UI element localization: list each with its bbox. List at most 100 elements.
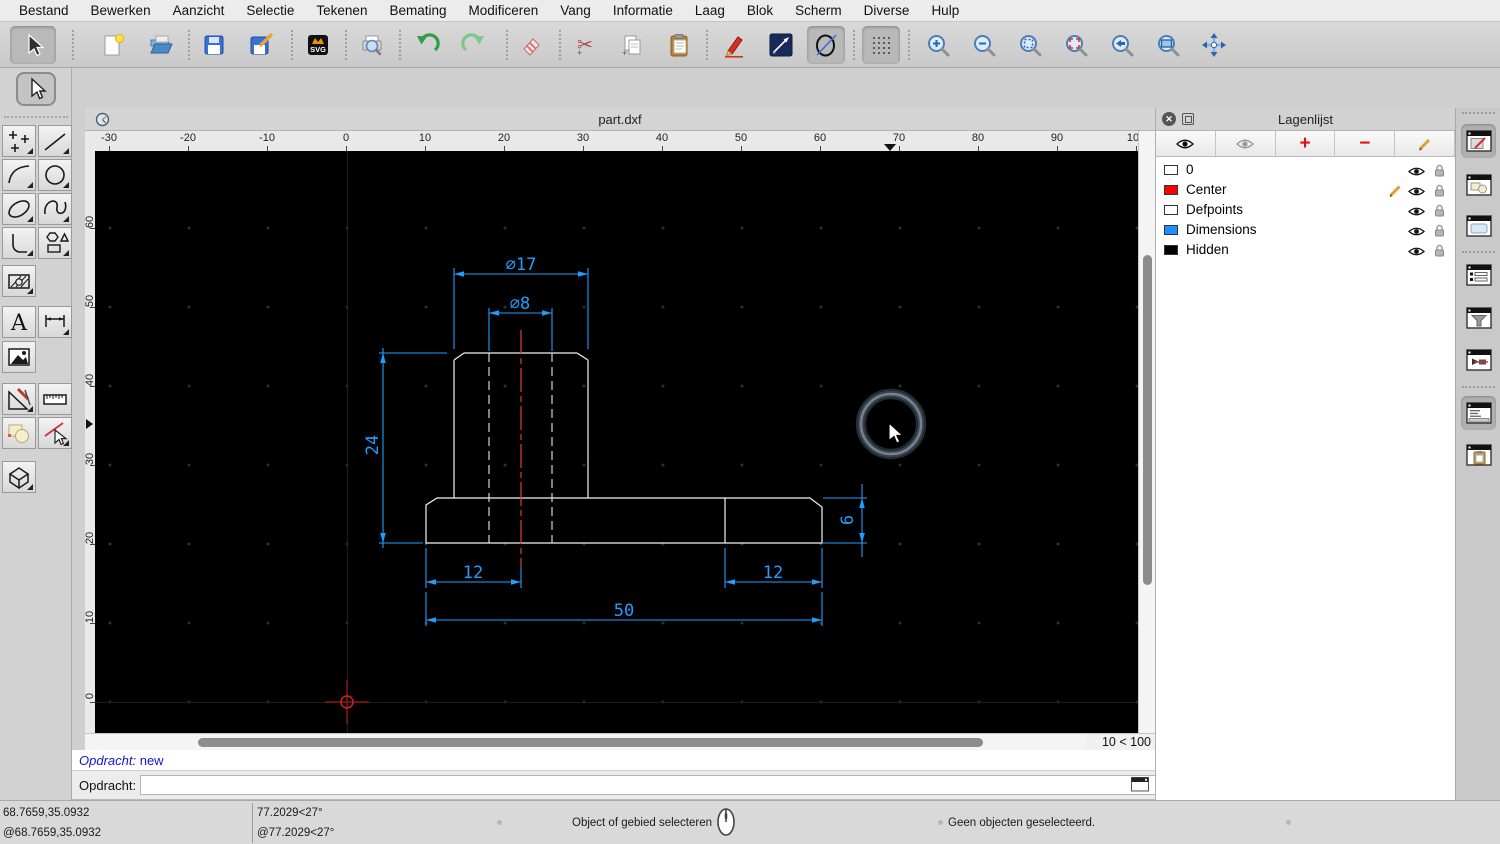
menu-bestand[interactable]: Bestand xyxy=(8,0,80,22)
menu-bewerken[interactable]: Bewerken xyxy=(80,0,162,22)
menu-blok[interactable]: Blok xyxy=(736,0,784,22)
vertical-scrollbar[interactable] xyxy=(1138,131,1155,733)
cut-button[interactable]: ✂+ xyxy=(566,26,604,64)
redo-icon xyxy=(461,32,487,58)
text-tool-button[interactable]: A xyxy=(2,306,36,338)
image-tool-button[interactable] xyxy=(2,341,36,373)
layer-row-defpoints[interactable]: Defpoints xyxy=(1156,200,1455,220)
vertical-scrollbar-thumb[interactable] xyxy=(1143,255,1152,585)
modify-tools-button[interactable] xyxy=(2,383,36,415)
undo-button[interactable] xyxy=(408,26,446,64)
submenu-corner xyxy=(63,440,69,446)
command-input[interactable] xyxy=(140,775,1195,795)
menu-tekenen[interactable]: Tekenen xyxy=(305,0,378,22)
palette-handle xyxy=(4,116,68,119)
delete-eraser-button[interactable] xyxy=(512,26,550,64)
print-preview-icon xyxy=(359,32,385,58)
library-browser-panel-button[interactable] xyxy=(1461,209,1496,243)
zoom-out-button[interactable] xyxy=(965,26,1003,64)
line-tool-button[interactable] xyxy=(38,125,72,157)
zoom-previous-button[interactable] xyxy=(1103,26,1141,64)
measure-tool-button[interactable] xyxy=(38,383,72,415)
layer-row-dimensions[interactable]: Dimensions xyxy=(1156,220,1455,240)
palette-selection-arrow-button[interactable] xyxy=(16,72,56,106)
add-layer-button[interactable]: + xyxy=(1276,131,1336,156)
save-button[interactable] xyxy=(195,26,233,64)
show-all-layers-button[interactable] xyxy=(1156,131,1216,156)
svg-export-button[interactable]: SVG xyxy=(299,26,337,64)
h-ruler-label: -10 xyxy=(259,132,275,144)
ellipse-tool-button[interactable] xyxy=(807,26,845,64)
layer-panel-titlebar[interactable]: ✕ Lagenlijst xyxy=(1156,108,1455,131)
paste-button[interactable] xyxy=(660,26,698,64)
horizontal-scrollbar[interactable] xyxy=(85,733,1085,750)
zoom-pan-button[interactable] xyxy=(1195,26,1233,64)
print-preview-button[interactable] xyxy=(353,26,391,64)
polyline-tool-button[interactable] xyxy=(2,227,36,259)
submenu-corner xyxy=(63,182,69,188)
layer-row-hidden[interactable]: Hidden xyxy=(1156,240,1455,260)
menu-modificeren[interactable]: Modificeren xyxy=(458,0,550,22)
menu-selectie[interactable]: Selectie xyxy=(235,0,305,22)
v-ruler-label: 10 xyxy=(85,605,95,629)
menu-laag[interactable]: Laag xyxy=(684,0,736,22)
zoom-in-button[interactable] xyxy=(919,26,957,64)
selection-filter-panel-button[interactable] xyxy=(1461,301,1496,335)
new-file-button[interactable] xyxy=(94,26,132,64)
grid-toggle-button[interactable] xyxy=(862,26,900,64)
layer-color-swatch xyxy=(1164,205,1178,215)
eye-off-icon xyxy=(1236,138,1254,150)
layer-list-panel-button[interactable] xyxy=(1461,124,1496,158)
copy-button[interactable]: + xyxy=(613,26,651,64)
layer-visible-icon[interactable] xyxy=(1408,244,1425,262)
remove-layer-button[interactable]: − xyxy=(1335,131,1395,156)
redo-button[interactable] xyxy=(455,26,493,64)
submenu-corner xyxy=(27,182,33,188)
dimension-tool-button[interactable] xyxy=(38,306,72,338)
menu-hulp[interactable]: Hulp xyxy=(920,0,970,22)
points-tool-button[interactable] xyxy=(2,125,36,157)
layer-lock-icon[interactable] xyxy=(1434,244,1445,262)
save-as-button[interactable] xyxy=(242,26,280,64)
solid-3d-tool-button[interactable] xyxy=(2,461,36,493)
menu-vang[interactable]: Vang xyxy=(549,0,602,22)
dim-6: 6 xyxy=(838,515,858,525)
menu-bemating[interactable]: Bemating xyxy=(378,0,457,22)
menu-scherm[interactable]: Scherm xyxy=(784,0,853,22)
spline-tool-button[interactable] xyxy=(38,193,72,225)
selection-arrow-button[interactable] xyxy=(10,26,56,64)
hatch-tool-button[interactable] xyxy=(2,265,36,297)
selection-tools-button[interactable] xyxy=(2,417,36,449)
menu-aanzicht[interactable]: Aanzicht xyxy=(162,0,236,22)
block-list-panel-button[interactable] xyxy=(1461,168,1496,202)
draw-pencil-button[interactable] xyxy=(715,26,753,64)
line-tool-button[interactable] xyxy=(762,26,800,64)
ellipse-tool-button[interactable] xyxy=(2,193,36,225)
hide-all-layers-button[interactable] xyxy=(1216,131,1276,156)
arc-tool-button[interactable] xyxy=(2,159,36,191)
open-file-button[interactable] xyxy=(141,26,179,64)
drawing-canvas[interactable]: ⌀17 ⌀8 24 6 12 12 50 xyxy=(95,151,1138,733)
dim-12-right: 12 xyxy=(763,563,783,583)
layer-row-0[interactable]: 0 xyxy=(1156,160,1455,180)
command-window-button[interactable] xyxy=(1131,777,1149,797)
zoom-indicator: 10 < 100 xyxy=(1085,733,1155,750)
drawing-window-titlebar[interactable]: part.dxf xyxy=(85,108,1155,131)
zoom-selection-button[interactable] xyxy=(1057,26,1095,64)
view-panel-button[interactable] xyxy=(1461,343,1496,377)
property-list-panel-button[interactable] xyxy=(1461,258,1496,292)
menu-informatie[interactable]: Informatie xyxy=(602,0,684,22)
layer-color-swatch xyxy=(1164,165,1178,175)
h-ruler-label: 40 xyxy=(656,132,668,144)
menu-diverse[interactable]: Diverse xyxy=(853,0,921,22)
deselect-tool-button[interactable] xyxy=(38,417,72,449)
clipboard-panel-button[interactable] xyxy=(1461,438,1496,472)
zoom-auto-button[interactable] xyxy=(1011,26,1049,64)
command-line-panel-button[interactable] xyxy=(1461,396,1496,430)
horizontal-scrollbar-thumb[interactable] xyxy=(198,738,983,747)
layer-row-center[interactable]: Center xyxy=(1156,180,1455,200)
zoom-window-button[interactable] xyxy=(1149,26,1187,64)
circle-tool-button[interactable] xyxy=(38,159,72,191)
edit-layer-button[interactable] xyxy=(1395,131,1455,156)
shapes-tool-button[interactable] xyxy=(38,227,72,259)
